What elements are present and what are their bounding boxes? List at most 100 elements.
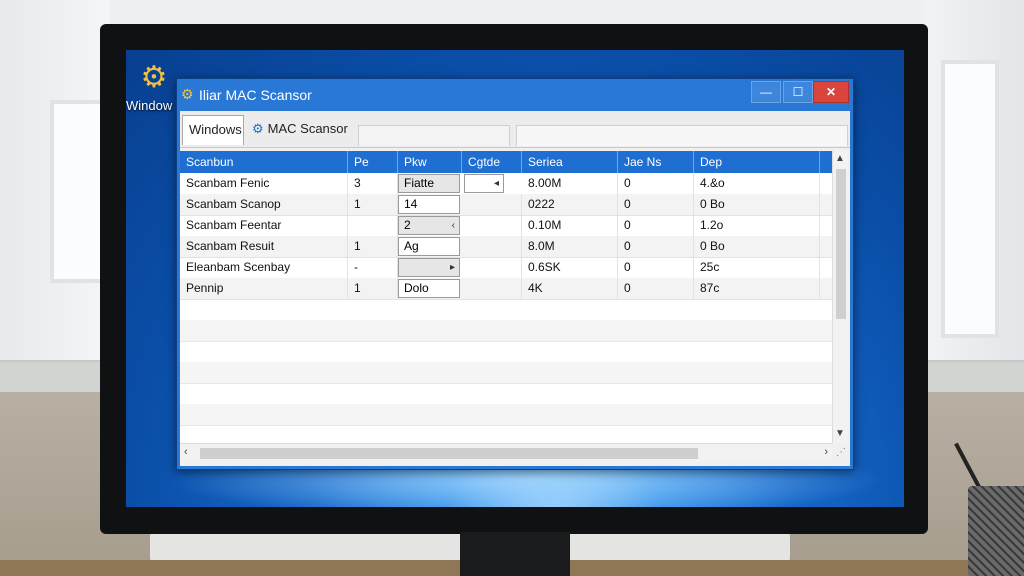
desktop-screen: ⚙ Window ⚙ Iliar MAC Scansor — ☐ ✕ Windo… xyxy=(126,50,904,507)
cell-jae: 0 xyxy=(618,257,694,278)
cell-seriea: 0.6SK xyxy=(522,257,618,278)
cell-pkw-dropdown[interactable]: ▸ xyxy=(398,258,460,277)
column-header[interactable]: Seriea xyxy=(522,151,618,173)
window-client: Windows ⚙ MAC Scansor Scanbun Pe Pkw Cgtd… xyxy=(180,111,850,466)
cell-cgtde xyxy=(462,215,522,236)
dropdown-arrow-icon: ‹ xyxy=(451,220,455,231)
cell-cgtde xyxy=(462,257,522,278)
column-header[interactable]: Jae Ns xyxy=(618,151,694,173)
cell-seriea: 4K xyxy=(522,278,618,299)
column-header[interactable]: Dep xyxy=(694,151,820,173)
tab-placeholder-wide xyxy=(516,125,848,146)
cell-cgtde xyxy=(462,236,522,257)
table-row[interactable]: Scanbam Scanop 1 14 0222 0 0 Bo xyxy=(180,194,832,216)
cell-pe: 1 xyxy=(348,236,398,257)
cell-cgtde-dropdown[interactable]: ◂ xyxy=(464,174,504,193)
monitor-stand xyxy=(460,532,570,576)
cell-name: Scanbam Feentar xyxy=(180,215,348,236)
empty-row xyxy=(180,362,832,384)
cell-seriea: 0.10M xyxy=(522,215,618,236)
app-gear-icon: ⚙ xyxy=(181,86,194,102)
cell-pe: - xyxy=(348,257,398,278)
cell-name: Pennip xyxy=(180,278,348,299)
cell-cgtde xyxy=(462,278,522,299)
cell-pkw-input[interactable]: Fiatte xyxy=(398,174,460,193)
cell-dep: 87c xyxy=(694,278,820,299)
title-bar[interactable]: ⚙ Iliar MAC Scansor — ☐ ✕ xyxy=(177,79,853,109)
cell-dep: 4.&o xyxy=(694,173,820,194)
cell-pe: 1 xyxy=(348,194,398,215)
horizontal-scrollbar[interactable]: ‹ › xyxy=(180,443,832,462)
cell-name: Scanbam Resuit xyxy=(180,236,348,257)
cell-jae: 0 xyxy=(618,215,694,236)
cell-name: Eleanbam Scenbay xyxy=(180,257,348,278)
desktop-gear-icon[interactable]: ⚙ xyxy=(136,60,172,96)
cell-jae: 0 xyxy=(618,278,694,299)
vertical-scrollbar[interactable]: ▲ ▼ xyxy=(832,151,849,443)
cell-pkw-input[interactable]: Ag xyxy=(398,237,460,256)
column-header[interactable]: Cgtde xyxy=(462,151,522,173)
tab-mac-label: MAC Scansor xyxy=(267,121,348,136)
cell-pe: 1 xyxy=(348,278,398,299)
maximize-button[interactable]: ☐ xyxy=(783,81,813,103)
tab-windows[interactable]: Windows xyxy=(182,115,244,145)
table-row[interactable]: Scanbam Fenic 3 Fiatte ◂ 8.00M 0 4.&o xyxy=(180,173,832,195)
close-button[interactable]: ✕ xyxy=(813,81,849,103)
column-header[interactable]: Pkw xyxy=(398,151,462,173)
cell-cgtde xyxy=(462,194,522,215)
horizontal-scroll-thumb[interactable] xyxy=(200,448,698,459)
vertical-scroll-thumb[interactable] xyxy=(836,169,846,319)
resize-grip-icon[interactable]: ⋰ xyxy=(836,447,846,458)
cell-name: Scanbam Scanop xyxy=(180,194,348,215)
tab-scanner-icon: ⚙ xyxy=(252,121,264,136)
data-grid: Scanbun Pe Pkw Cgtde Seriea Jae Ns Dep S… xyxy=(180,151,832,443)
table-row[interactable]: Scanbam Resuit 1 Ag 8.0M 0 0 Bo xyxy=(180,236,832,258)
table-row[interactable]: Pennip 1 Dolo 4K 0 87c xyxy=(180,278,832,300)
scroll-right-arrow-icon[interactable]: › xyxy=(824,446,828,458)
dropdown-arrow-icon: ◂ xyxy=(493,178,499,189)
tab-placeholder xyxy=(358,125,510,146)
cell-pkw-dropdown[interactable]: 2 ‹ xyxy=(398,216,460,235)
dropdown-arrow-icon: ▸ xyxy=(449,262,455,273)
empty-row xyxy=(180,383,832,405)
empty-row xyxy=(180,320,832,342)
cell-pe: 3 xyxy=(348,173,398,194)
window-light xyxy=(110,0,924,26)
cell-pkw-input[interactable]: Dolo xyxy=(398,279,460,298)
empty-row xyxy=(180,341,832,363)
window-title: Iliar MAC Scansor xyxy=(199,87,312,103)
tab-bar: Windows ⚙ MAC Scansor xyxy=(180,111,850,148)
pen-cup xyxy=(968,486,1024,576)
cell-dep: 0 Bo xyxy=(694,194,820,215)
column-header[interactable]: Pe xyxy=(348,151,398,173)
table-row[interactable]: Eleanbam Scenbay - ▸ 0.6SK 0 25c xyxy=(180,257,832,279)
app-window: ⚙ Iliar MAC Scansor — ☐ ✕ Windows ⚙ MAC S… xyxy=(176,78,854,470)
cell-seriea: 8.00M xyxy=(522,173,618,194)
scroll-left-arrow-icon[interactable]: ‹ xyxy=(184,446,188,458)
desktop-icon-label[interactable]: Window xyxy=(126,98,172,113)
cell-seriea: 8.0M xyxy=(522,236,618,257)
cell-dep: 1.2o xyxy=(694,215,820,236)
cell-dep: 25c xyxy=(694,257,820,278)
minimize-button[interactable]: — xyxy=(751,81,781,103)
scroll-up-arrow-icon[interactable]: ▲ xyxy=(835,153,845,164)
grid-header: Scanbun Pe Pkw Cgtde Seriea Jae Ns Dep xyxy=(180,151,832,173)
cell-pkw-input[interactable]: 14 xyxy=(398,195,460,214)
cell-jae: 0 xyxy=(618,194,694,215)
cell-jae: 0 xyxy=(618,173,694,194)
table-row[interactable]: Scanbam Feentar 2 ‹ 0.10M 0 1.2o xyxy=(180,215,832,237)
cell-seriea: 0222 xyxy=(522,194,618,215)
room-window-right xyxy=(924,0,1024,360)
empty-row xyxy=(180,299,832,321)
cell-jae: 0 xyxy=(618,236,694,257)
room-window-left xyxy=(0,0,110,360)
scroll-down-arrow-icon[interactable]: ▼ xyxy=(835,428,845,439)
empty-row xyxy=(180,425,832,443)
empty-row xyxy=(180,404,832,426)
cell-pe xyxy=(348,215,398,236)
column-header[interactable]: Scanbun xyxy=(180,151,348,173)
cell-pkw-value: 2 xyxy=(404,218,411,232)
tab-windows-label: Windows xyxy=(189,122,242,137)
cell-dep: 0 Bo xyxy=(694,236,820,257)
tab-mac-scansor[interactable]: ⚙ MAC Scansor xyxy=(246,115,358,145)
